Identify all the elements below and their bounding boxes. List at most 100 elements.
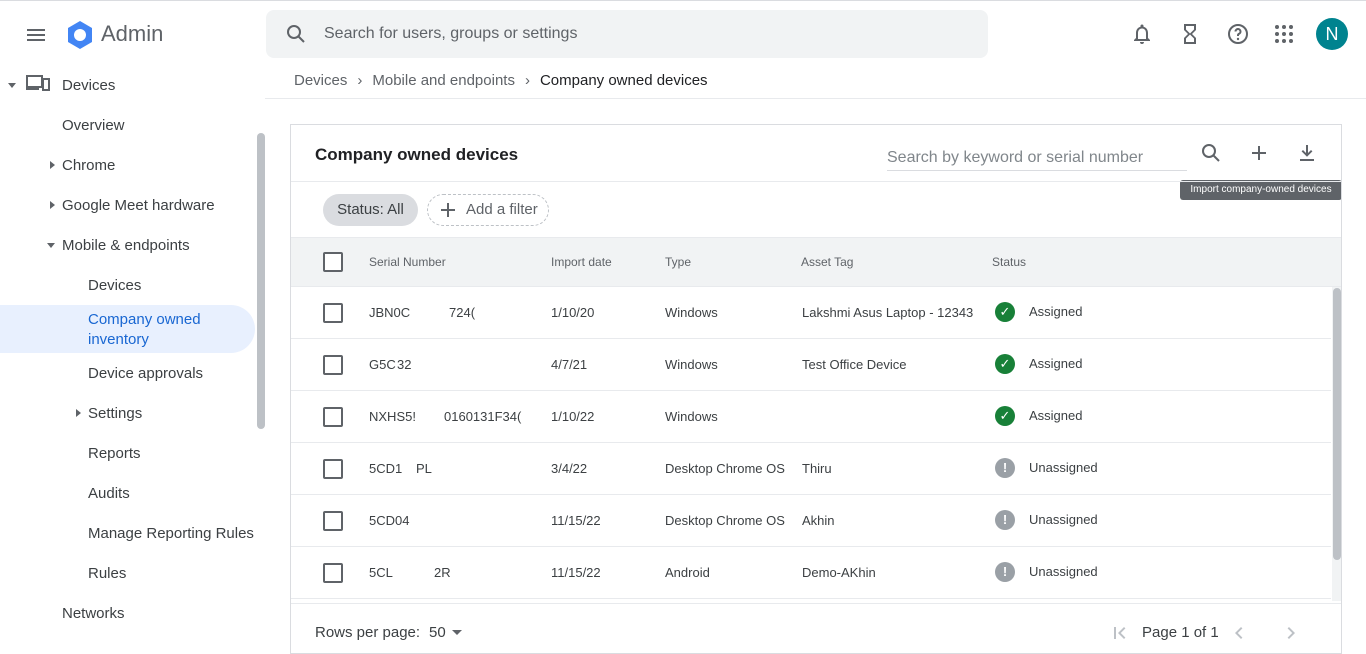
avatar[interactable]: N — [1316, 18, 1348, 50]
serial-cell-suffix: PL — [416, 461, 432, 476]
column-header-import-date[interactable]: Import date — [551, 255, 612, 269]
breadcrumb-mobile-endpoints[interactable]: Mobile and endpoints — [372, 72, 515, 89]
help-icon[interactable] — [1226, 22, 1250, 46]
table-row[interactable]: G5C 32 4/7/21 Windows Test Office Device… — [291, 339, 1331, 391]
column-header-status[interactable]: Status — [992, 255, 1026, 269]
collapse-arrow-icon[interactable] — [8, 83, 16, 88]
table-row[interactable]: 5CD04 11/15/22 Desktop Chrome OS Akhin !… — [291, 495, 1331, 547]
divider — [291, 603, 1341, 604]
sidebar-item-mobile-endpoints[interactable]: Mobile & endpoints — [62, 237, 190, 254]
rows-per-page-select[interactable]: 50 — [429, 624, 446, 641]
serial-cell: 5CD1 — [369, 461, 403, 476]
column-header-type[interactable]: Type — [665, 255, 691, 269]
status-cell: Unassigned — [1029, 564, 1098, 579]
admin-logo-icon[interactable] — [64, 19, 96, 51]
row-checkbox[interactable] — [323, 563, 343, 583]
status-cell: Unassigned — [1029, 460, 1098, 475]
add-icon[interactable] — [1247, 141, 1271, 165]
devices-card: Company owned devices Import company-own… — [290, 124, 1342, 654]
devices-icon — [26, 75, 50, 91]
import-date-cell: 1/10/22 — [551, 409, 595, 424]
expand-arrow-icon[interactable] — [50, 161, 55, 169]
prev-page-icon[interactable] — [1227, 621, 1251, 645]
serial-cell: JBN0C — [369, 305, 411, 320]
search-icon[interactable] — [1199, 141, 1223, 165]
row-checkbox[interactable] — [323, 355, 343, 375]
asset-tag-cell: Akhin — [802, 513, 835, 528]
type-cell: Windows — [665, 357, 718, 372]
download-icon[interactable] — [1295, 141, 1319, 165]
import-date-cell: 1/10/20 — [551, 305, 595, 320]
first-page-icon[interactable] — [1108, 621, 1132, 645]
table-scrollbar-thumb[interactable] — [1333, 288, 1341, 560]
menu-icon[interactable] — [24, 23, 48, 47]
status-cell: Assigned — [1029, 408, 1083, 423]
sidebar: Devices Overview Chrome Google Meet hard… — [0, 66, 265, 647]
sidebar-scrollbar[interactable] — [257, 133, 265, 429]
serial-cell-suffix: 0160131F34( — [444, 409, 522, 424]
serial-cell: G5C — [369, 357, 396, 372]
expand-arrow-icon[interactable] — [76, 409, 81, 417]
add-filter-button[interactable]: Add a filter — [427, 194, 549, 226]
next-page-icon[interactable] — [1279, 621, 1303, 645]
serial-cell-suffix: 32 — [397, 357, 412, 372]
sidebar-item-rules[interactable]: Rules — [88, 565, 126, 582]
serial-cell-suffix: 2R — [434, 565, 451, 580]
asset-tag-cell: Lakshmi Asus Laptop - 12343 — [802, 305, 974, 320]
breadcrumb-devices[interactable]: Devices — [294, 72, 347, 89]
page-info: Page 1 of 1 — [1142, 624, 1219, 641]
table-row[interactable]: 5CD1 PL 3/4/22 Desktop Chrome OS Thiru !… — [291, 443, 1331, 495]
select-all-checkbox[interactable] — [323, 252, 343, 272]
sidebar-item-reports[interactable]: Reports — [88, 445, 141, 462]
card-title: Company owned devices — [315, 145, 519, 164]
breadcrumb-current: Company owned devices — [539, 72, 708, 89]
device-search-input[interactable] — [887, 145, 1187, 171]
sidebar-item-chrome[interactable]: Chrome — [62, 157, 115, 174]
top-bar: Admin N — [0, 0, 1366, 66]
table-row[interactable]: JBN0C 724( 1/10/20 Windows Lakshmi Asus … — [291, 287, 1331, 339]
table-row[interactable]: 5CL 2R 11/15/22 Android Demo-AKhin ! Una… — [291, 547, 1331, 599]
sidebar-item-device-approvals[interactable]: Device approvals — [88, 365, 203, 382]
divider — [291, 181, 1341, 182]
expand-arrow-icon[interactable] — [50, 201, 55, 209]
column-header-serial[interactable]: Serial Number — [369, 255, 446, 269]
import-date-cell: 3/4/22 — [551, 461, 588, 476]
collapse-arrow-icon[interactable] — [47, 243, 55, 248]
hourglass-icon[interactable] — [1178, 22, 1202, 46]
exclamation-circle-icon: ! — [995, 510, 1015, 530]
status-cell: Assigned — [1029, 356, 1083, 371]
sidebar-item-label[interactable]: Company owned inventory — [88, 310, 238, 350]
rows-per-page-label: Rows per page: — [315, 624, 421, 641]
chevron-down-icon[interactable] — [452, 630, 462, 635]
global-search[interactable] — [266, 10, 988, 58]
check-circle-icon: ✓ — [995, 354, 1015, 374]
row-checkbox[interactable] — [323, 407, 343, 427]
search-input[interactable] — [324, 22, 964, 46]
sidebar-item-audits[interactable]: Audits — [88, 485, 130, 502]
sidebar-item-manage-reporting-rules[interactable]: Manage Reporting Rules — [88, 525, 254, 542]
asset-tag-cell: Test Office Device — [802, 357, 907, 372]
serial-cell-suffix: 724( — [449, 305, 476, 320]
column-header-asset-tag[interactable]: Asset Tag — [801, 255, 853, 269]
bell-icon[interactable] — [1130, 22, 1154, 46]
import-date-cell: 4/7/21 — [551, 357, 588, 372]
serial-cell: NXHS5! — [369, 409, 416, 424]
sidebar-item-google-meet-hardware[interactable]: Google Meet hardware — [62, 197, 215, 214]
chevron-right-icon: › — [357, 72, 363, 89]
row-checkbox[interactable] — [323, 511, 343, 531]
check-circle-icon: ✓ — [995, 406, 1015, 426]
status-filter-chip[interactable]: Status: All — [323, 194, 418, 226]
sidebar-item-devices-root[interactable]: Devices — [62, 77, 115, 94]
type-cell: Desktop Chrome OS — [665, 461, 785, 476]
sidebar-item-networks[interactable]: Networks — [62, 605, 125, 622]
row-checkbox[interactable] — [323, 459, 343, 479]
brand-title[interactable]: Admin — [101, 21, 163, 47]
import-date-cell: 11/15/22 — [551, 513, 601, 528]
check-circle-icon: ✓ — [995, 302, 1015, 322]
row-checkbox[interactable] — [323, 303, 343, 323]
apps-icon[interactable] — [1272, 22, 1296, 46]
sidebar-item-overview[interactable]: Overview — [62, 117, 125, 134]
table-row[interactable]: NXHS5! 0160131F34( 1/10/22 Windows ✓ Ass… — [291, 391, 1331, 443]
sidebar-item-mobile-devices[interactable]: Devices — [88, 277, 141, 294]
sidebar-item-settings[interactable]: Settings — [88, 405, 142, 422]
